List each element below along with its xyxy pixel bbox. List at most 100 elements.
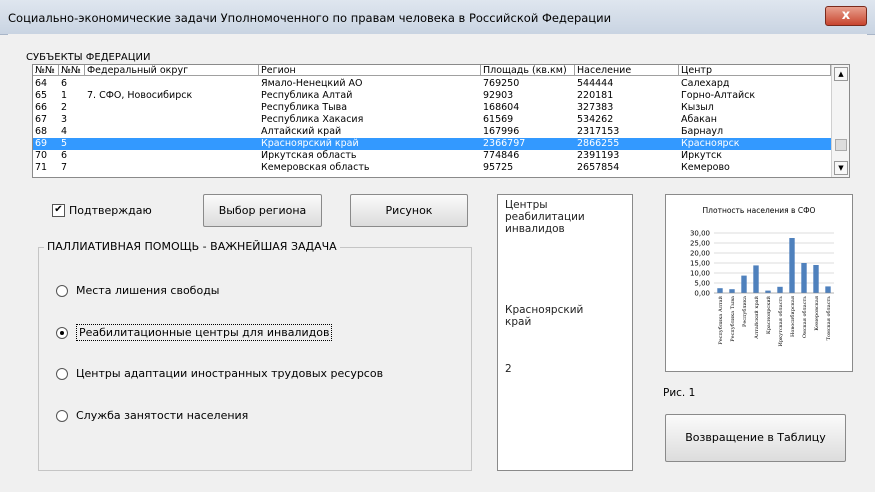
table-cell: 1 — [61, 90, 68, 101]
subjects-grid[interactable]: №№ №№ Федеральный округ Регион Площадь (… — [32, 64, 850, 178]
checkbox-box[interactable]: ✔ — [52, 204, 65, 217]
table-row[interactable]: 66 2 Республика Тыва 168604 327383 Кызыл — [33, 102, 831, 114]
radio-option[interactable]: Служба занятости населения — [56, 409, 248, 422]
table-cell: 65 — [35, 90, 48, 101]
info-panel: Центры реабилитации инвалидов Красноярск… — [497, 194, 633, 471]
table-cell: Горно-Алтайск — [681, 90, 756, 101]
table-row[interactable]: 65 1 7. СФО, Новосибирск Республика Алтай 92… — [33, 90, 831, 102]
table-cell: 6 — [61, 150, 68, 161]
chart-bar — [789, 238, 795, 293]
table-cell: 2866255 — [577, 138, 620, 149]
table-cell: 66 — [35, 102, 48, 113]
table-cell: 3 — [61, 114, 68, 125]
info-region-line: Красноярский — [505, 304, 584, 316]
grid-scrollbar[interactable]: ▲ ▼ — [831, 65, 849, 177]
table-cell: 2 — [61, 102, 68, 113]
y-tick-label: 5,00 — [694, 280, 710, 288]
radio-option[interactable]: Реабилитационные центры для инвалидов — [56, 324, 333, 341]
radio-button[interactable] — [56, 367, 68, 380]
radio-label: Служба занятости населения — [76, 409, 249, 422]
table-cell: 327383 — [577, 102, 614, 113]
select-region-button[interactable]: Выбор региона — [203, 194, 322, 227]
table-cell: 95725 — [483, 162, 514, 173]
table-cell: 61569 — [483, 114, 514, 125]
radio-option[interactable]: Места лишения свободы — [56, 284, 219, 297]
table-cell: 7 — [61, 162, 68, 173]
radio-option[interactable]: Центры адаптации иностранных трудовых ре… — [56, 367, 383, 380]
return-to-table-label: Возвращение в Таблицу — [685, 431, 826, 444]
column-header: Центр — [679, 65, 831, 76]
column-header: Население — [575, 65, 679, 76]
close-icon: x — [841, 8, 851, 23]
chart-bar — [765, 290, 771, 293]
scroll-down-icon[interactable]: ▼ — [834, 161, 848, 175]
table-cell: Иркутск — [681, 150, 722, 161]
scroll-up-icon[interactable]: ▲ — [834, 67, 848, 81]
chart-bar — [741, 275, 747, 293]
title-bar: Социально-экономические задачи Уполномоч… — [0, 0, 875, 35]
density-chart: Плотность населения в СФО 0,00 5,00 10,00 15… — [665, 194, 853, 372]
radio-label: Центры адаптации иностранных трудовых ре… — [76, 367, 384, 380]
table-cell: 6 — [61, 78, 68, 89]
info-region-line: край — [505, 316, 532, 328]
y-tick-label: 20,00 — [690, 250, 710, 258]
chart-bar — [801, 263, 807, 293]
radio-button[interactable] — [56, 326, 68, 339]
table-row[interactable]: 68 4 Алтайский край 167996 2317153 Барнаул — [33, 126, 831, 138]
info-heading-line: Центры — [505, 199, 548, 211]
picture-button[interactable]: Рисунок — [350, 194, 468, 227]
y-tick-label: 15,00 — [690, 260, 710, 268]
info-heading-line: реабилитации — [505, 211, 585, 223]
column-header: Регион — [259, 65, 481, 76]
x-tick-label: Республика Алтай — [717, 295, 724, 344]
table-cell: 769250 — [483, 78, 520, 89]
table-cell: 2657854 — [577, 162, 620, 173]
chart-title: Плотность населения в СФО — [703, 206, 816, 215]
close-button[interactable]: x — [825, 6, 867, 26]
table-row[interactable]: 70 6 Иркутская область 774846 2391193 Иркутск — [33, 150, 831, 162]
x-tick-label: Томская область — [825, 296, 832, 341]
table-cell: Красноярский край — [261, 138, 359, 149]
chart-bar — [813, 265, 819, 293]
return-to-table-button[interactable]: Возвращение в Таблицу — [665, 414, 846, 462]
picture-label: Рисунок — [385, 204, 433, 217]
table-cell: 534262 — [577, 114, 614, 125]
select-region-label: Выбор региона — [218, 204, 307, 217]
radio-button[interactable] — [56, 284, 68, 297]
table-cell: 2366797 — [483, 138, 526, 149]
scroll-thumb[interactable] — [835, 139, 847, 151]
table-cell: Абакан — [681, 114, 717, 125]
table-cell: Республика Алтай — [261, 90, 353, 101]
column-header: Федеральный округ — [85, 65, 259, 76]
x-tick-label: Республика — [741, 296, 748, 327]
palliative-group — [38, 247, 472, 471]
info-count: 2 — [505, 363, 512, 375]
table-cell: 68 — [35, 126, 48, 137]
radio-button[interactable] — [56, 409, 68, 422]
chart-bar — [717, 288, 723, 293]
table-cell: Красноярск — [681, 138, 740, 149]
x-tick-label: Красноярский — [766, 295, 772, 334]
radio-label: Реабилитационные центры для инвалидов — [76, 324, 333, 341]
table-row[interactable]: 67 3 Республика Хакасия 61569 534262 Абакан — [33, 114, 831, 126]
confirm-checkbox[interactable]: ✔ Подтверждаю — [52, 204, 152, 217]
info-region: Красноярский край — [505, 304, 583, 328]
x-tick-label: Кемеровская — [814, 296, 820, 331]
subjects-label: СУБЪЕКТЫ ФЕДЕРАЦИИ — [26, 52, 151, 63]
table-cell: 64 — [35, 78, 48, 89]
column-header: №№ — [59, 65, 85, 76]
table-cell: 69 — [35, 138, 48, 149]
table-row[interactable]: 69 5 Красноярский край 2366797 2866255 Красно… — [33, 138, 831, 150]
table-row[interactable]: 64 6 Ямало-Ненецкий АО 769250 544444 Салехард — [33, 78, 831, 90]
table-cell: Кызыл — [681, 102, 714, 113]
table-cell: Ямало-Ненецкий АО — [261, 78, 363, 89]
table-cell: Республика Хакасия — [261, 114, 364, 125]
table-cell: Кемеровская область — [261, 162, 370, 173]
table-cell: Иркутская область — [261, 150, 357, 161]
table-cell: 67 — [35, 114, 48, 125]
table-cell: Республика Тыва — [261, 102, 348, 113]
table-cell: Барнаул — [681, 126, 724, 137]
confirm-label: Подтверждаю — [69, 204, 152, 217]
table-cell: 2317153 — [577, 126, 620, 137]
table-row[interactable]: 71 7 Кемеровская область 95725 2657854 Кемеро… — [33, 162, 831, 174]
